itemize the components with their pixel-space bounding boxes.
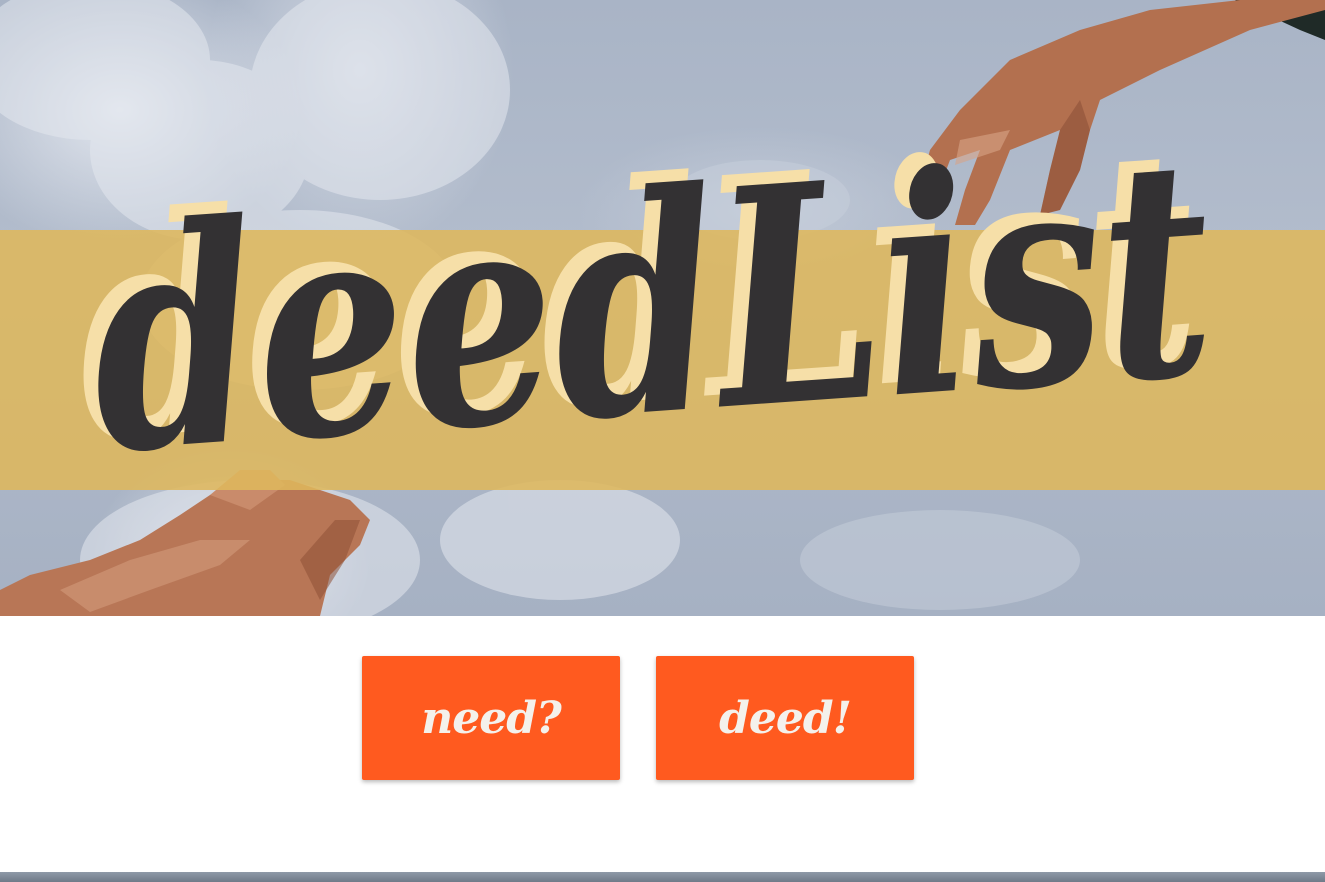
bottom-edge-divider: [0, 872, 1325, 882]
page: deedList deedList need? deed!: [0, 0, 1325, 882]
deed-button-label: deed!: [719, 692, 852, 744]
hero-banner: deedList deedList: [0, 0, 1325, 616]
deed-button[interactable]: deed!: [656, 656, 914, 780]
need-button[interactable]: need?: [362, 656, 620, 780]
action-buttons: need? deed!: [0, 616, 1325, 872]
deedlist-logo: deedList deedList: [65, 79, 1222, 520]
need-button-label: need?: [421, 692, 562, 744]
